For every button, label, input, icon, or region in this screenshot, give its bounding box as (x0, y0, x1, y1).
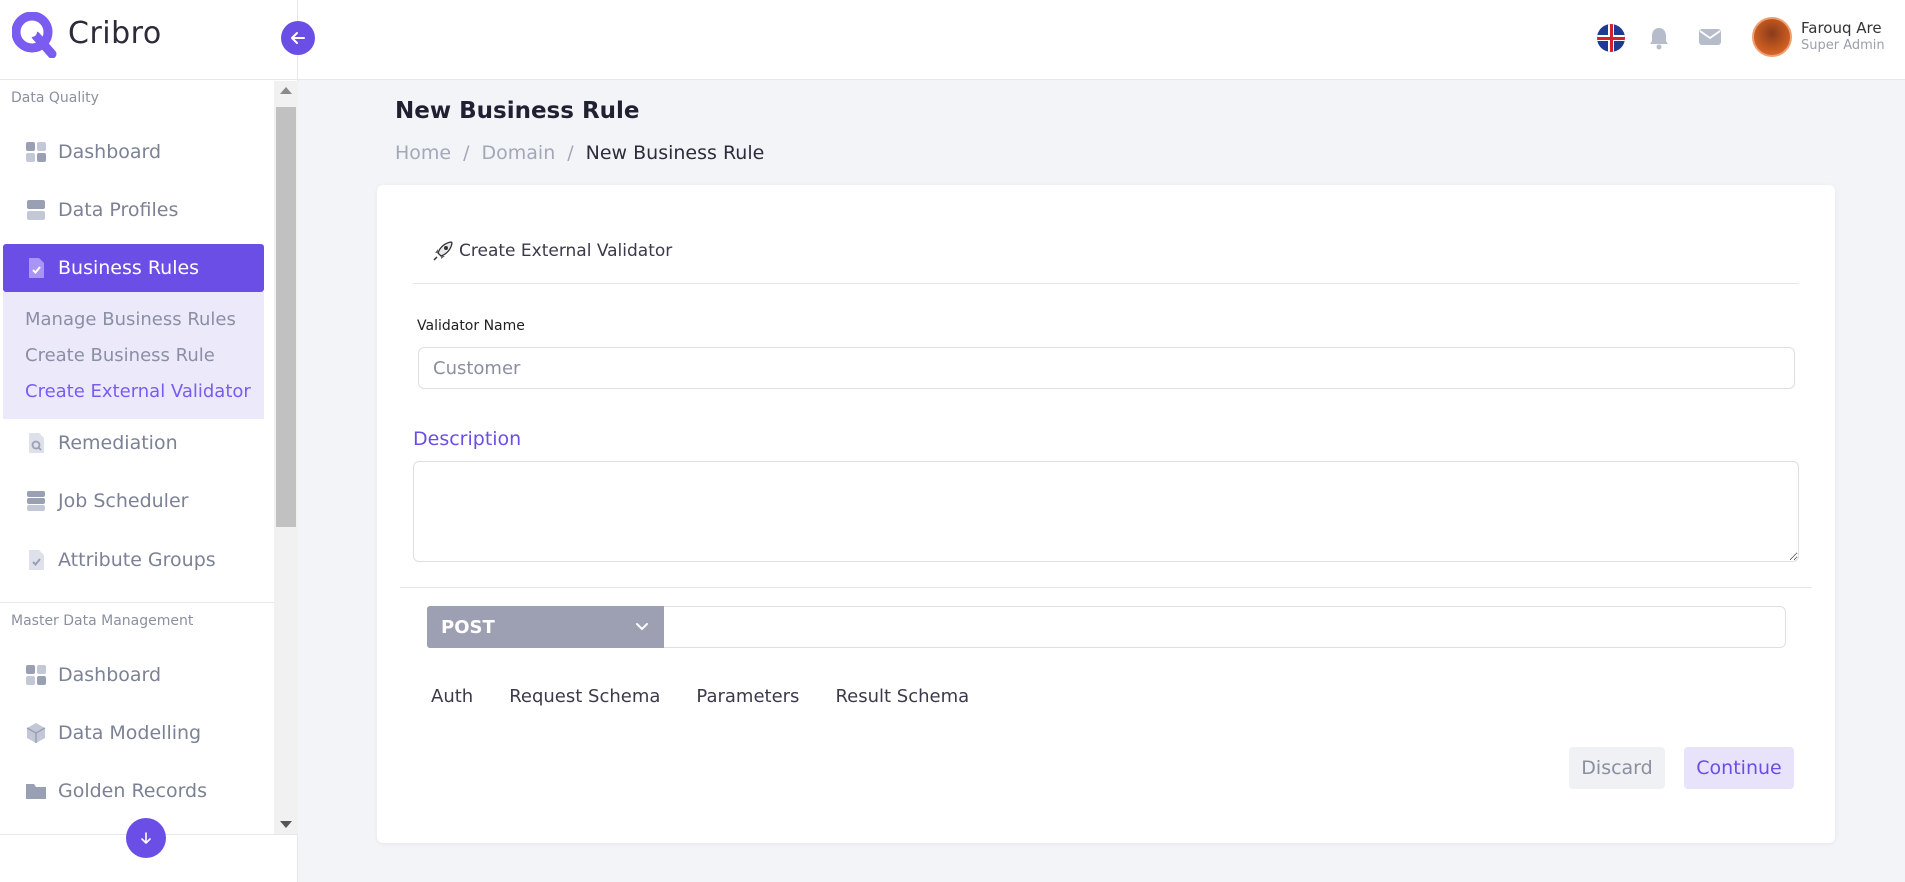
brand: Cribro (0, 0, 298, 80)
sidebar-item-remediation[interactable]: Remediation (3, 419, 264, 467)
breadcrumb-domain[interactable]: Domain (482, 142, 556, 164)
tab-request-schema[interactable]: Request Schema (509, 686, 660, 707)
section-divider (400, 587, 1812, 588)
sidebar-item-job-scheduler[interactable]: Job Scheduler (3, 477, 264, 525)
user-role: Super Admin (1801, 38, 1885, 53)
avatar[interactable] (1752, 17, 1792, 57)
breadcrumb-current: New Business Rule (585, 142, 765, 164)
request-tabs: Auth Request Schema Parameters Result Sc… (431, 686, 1005, 707)
document-check-icon (29, 258, 44, 278)
sidebar-item-label: Dashboard (58, 141, 162, 163)
card-header-divider (413, 283, 1799, 284)
section-label-data-quality: Data Quality (11, 90, 99, 106)
sidebar-item-business-rules[interactable]: Business Rules (3, 244, 264, 292)
endpoint-url-input[interactable] (664, 606, 1786, 648)
language-flag-icon[interactable] (1597, 24, 1625, 52)
description-label: Description (413, 428, 522, 450)
tab-auth[interactable]: Auth (431, 686, 473, 707)
validator-name-label: Validator Name (417, 318, 525, 334)
http-method-value: POST (441, 616, 495, 638)
sidebar-menu: Data Quality Dashboard Data Profiles Bus… (0, 81, 274, 834)
submenu-item-manage-business-rules[interactable]: Manage Business Rules (25, 309, 236, 330)
sidebar-item-attribute-groups[interactable]: Attribute Groups (3, 536, 264, 584)
sidebar-item-label: Remediation (58, 432, 178, 454)
business-rules-submenu: Manage Business Rules Create Business Ru… (3, 292, 264, 419)
dashboard-icon (26, 142, 46, 162)
document-search-icon (29, 433, 44, 453)
card-header-title: Create External Validator (459, 241, 673, 261)
description-textarea[interactable] (413, 461, 1799, 562)
cribro-logo-icon (12, 12, 57, 58)
tab-parameters[interactable]: Parameters (696, 686, 799, 707)
submenu-item-create-business-rule[interactable]: Create Business Rule (25, 345, 215, 366)
sidebar-scrollbar[interactable] (274, 81, 298, 834)
section-label-mdm: Master Data Management (11, 613, 194, 629)
collapse-sidebar-button[interactable] (281, 21, 315, 55)
sidebar-item-label: Data Modelling (58, 722, 202, 744)
card-header: Create External Validator (431, 239, 672, 263)
dashboard-icon (26, 665, 46, 685)
folder-icon (26, 784, 46, 799)
sidebar-divider (0, 602, 274, 603)
cube-icon (26, 723, 46, 743)
arrow-down-icon (141, 832, 151, 844)
sidebar-item-label: Job Scheduler (58, 490, 189, 512)
sidebar-item-label: Attribute Groups (58, 549, 216, 571)
breadcrumb-separator: / (463, 142, 470, 164)
sidebar-item-label: Dashboard (58, 664, 162, 686)
user-name: Farouq Are (1801, 19, 1882, 37)
document-check-icon (29, 550, 44, 570)
discard-button[interactable]: Discard (1569, 747, 1665, 789)
sidebar-item-data-modelling[interactable]: Data Modelling (3, 709, 264, 757)
breadcrumb-separator: / (567, 142, 574, 164)
sidebar-item-mdm-dashboard[interactable]: Dashboard (3, 651, 264, 699)
chevron-down-icon (636, 623, 648, 631)
scroll-up-arrow-icon[interactable] (280, 87, 292, 94)
brand-name: Cribro (68, 16, 162, 51)
scroll-down-button[interactable] (126, 818, 166, 858)
continue-button[interactable]: Continue (1684, 747, 1794, 789)
sidebar: Cribro Data Quality Dashboard Data Profi… (0, 0, 315, 882)
sidebar-item-label: Golden Records (58, 780, 208, 802)
sidebar-item-golden-records[interactable]: Golden Records (3, 767, 264, 815)
database-icon (27, 491, 45, 511)
submenu-item-create-external-validator[interactable]: Create External Validator (25, 381, 251, 402)
arrow-left-icon (291, 32, 305, 44)
tab-result-schema[interactable]: Result Schema (835, 686, 969, 707)
scrollbar-thumb[interactable] (276, 107, 296, 527)
sidebar-item-label: Data Profiles (58, 199, 179, 221)
bell-icon[interactable] (1648, 26, 1670, 50)
breadcrumb: Home / Domain / New Business Rule (395, 142, 764, 164)
scroll-down-arrow-icon[interactable] (280, 821, 292, 828)
sidebar-item-label: Business Rules (58, 257, 200, 279)
sidebar-item-dashboard[interactable]: Dashboard (3, 128, 264, 176)
page-title: New Business Rule (395, 98, 640, 124)
database-icon (27, 200, 45, 220)
breadcrumb-home[interactable]: Home (395, 142, 451, 164)
http-method-select[interactable]: POST (427, 606, 664, 648)
sidebar-item-data-profiles[interactable]: Data Profiles (3, 186, 264, 234)
validator-name-input[interactable] (418, 347, 1795, 389)
rocket-icon (433, 241, 453, 261)
mail-icon[interactable] (1698, 27, 1722, 47)
